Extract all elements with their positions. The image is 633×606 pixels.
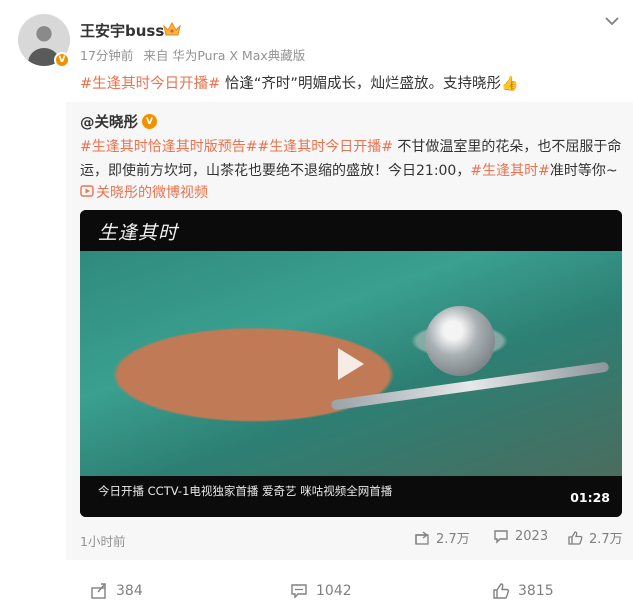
repost-button[interactable]: 384 bbox=[90, 582, 143, 600]
action-bar: 384 1042 3815 bbox=[0, 560, 633, 606]
original-author[interactable]: @关晓彤 bbox=[80, 111, 138, 132]
repost-body: 运，即使前方坎坷，山茶花也要绝不退缩的盛放！今日21:00， bbox=[80, 163, 471, 179]
repost-icon bbox=[91, 583, 106, 599]
video-duration: 01:28 bbox=[570, 490, 610, 505]
topic-link[interactable]: #生逢其时恰逢其时版预告##生逢其时今日开播# bbox=[80, 139, 393, 155]
comment-count: 2023 bbox=[515, 528, 549, 544]
repost-stat-like[interactable]: 2.7万 bbox=[567, 528, 623, 547]
author-name[interactable]: 王安宇buss bbox=[80, 20, 164, 41]
comment-count: 1042 bbox=[316, 583, 352, 599]
repost-count: 384 bbox=[116, 583, 143, 599]
video-caption: 今日开播 CCTV-1电视独家首播 爱奇艺 咪咕视频全网首播 bbox=[98, 484, 393, 498]
video-logo: 生逢其时 bbox=[98, 222, 179, 244]
repost-body: 不甘做温室里的花朵，也不屈服于命 bbox=[392, 139, 622, 155]
repost-stat-repost[interactable]: 2.7万 bbox=[414, 528, 470, 547]
crown-icon bbox=[163, 21, 181, 36]
repost-stat-comment[interactable]: 2023 bbox=[493, 528, 548, 544]
video-player[interactable]: 生逢其时 今日开播 CCTV-1电视独家首播 爱奇艺 咪咕视频全网首播 01:2… bbox=[80, 210, 622, 517]
repost-icon bbox=[415, 530, 429, 545]
post-time[interactable]: 17分钟前 bbox=[80, 48, 133, 63]
like-count: 3815 bbox=[518, 583, 554, 599]
repost-text-line-2: 运，即使前方坎坷，山茶花也要绝不退缩的盛放！今日21:00，#生逢其时#准时等你… bbox=[80, 160, 618, 180]
repost-body: 准时等你~ bbox=[549, 163, 618, 179]
thumbs-up-emoji-icon: 👍 bbox=[500, 76, 519, 92]
like-icon bbox=[493, 583, 510, 599]
video-link[interactable]: 关晓彤的微博视频 bbox=[96, 182, 208, 202]
comment-icon bbox=[494, 530, 508, 544]
like-count: 2.7万 bbox=[589, 532, 623, 547]
play-icon[interactable] bbox=[334, 346, 366, 382]
verified-badge-icon: V bbox=[54, 52, 70, 68]
repost-time[interactable]: 1小时前 bbox=[80, 531, 125, 550]
bicycle-bell bbox=[425, 306, 495, 376]
video-link-icon bbox=[80, 185, 94, 197]
comment-button[interactable]: 1042 bbox=[290, 582, 352, 600]
topic-link[interactable]: #生逢其时今日开播# bbox=[80, 76, 220, 92]
chevron-down-icon[interactable] bbox=[604, 15, 620, 27]
post-body: 恰逢“齐时”明媚成长，灿烂盛放。支持晓彤 bbox=[220, 76, 501, 92]
post-text: #生逢其时今日开播# 恰逢“齐时”明媚成长，灿烂盛放。支持晓彤👍 bbox=[80, 72, 518, 93]
post-meta: 17分钟前 来自 华为Pura X Max典藏版 bbox=[80, 45, 311, 64]
like-button[interactable]: 3815 bbox=[492, 582, 554, 600]
comment-icon bbox=[291, 584, 307, 599]
weibo-post: V 王安宇buss 17分钟前 来自 华为Pura X Max典藏版 #生逢其时… bbox=[0, 0, 633, 606]
topic-link[interactable]: #生逢其时# bbox=[470, 163, 549, 179]
like-icon bbox=[568, 530, 583, 545]
post-source: 来自 华为Pura X Max典藏版 bbox=[143, 48, 306, 63]
repost-count: 2.7万 bbox=[436, 532, 470, 547]
repost-text-line-1: #生逢其时恰逢其时版预告##生逢其时今日开播# 不甘做温室里的花朵，也不屈服于命 bbox=[80, 136, 621, 156]
verified-badge-icon: V bbox=[142, 114, 157, 129]
